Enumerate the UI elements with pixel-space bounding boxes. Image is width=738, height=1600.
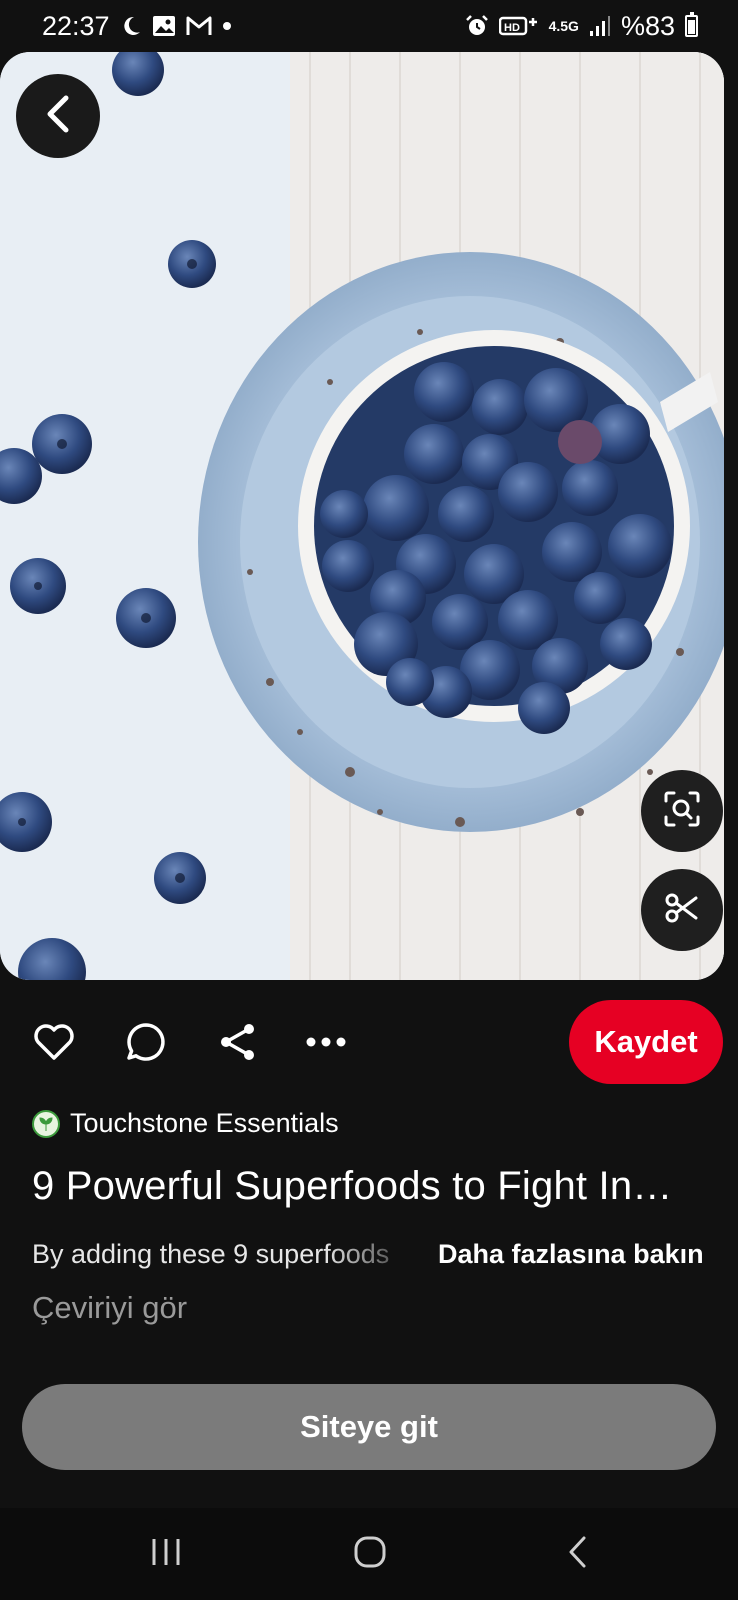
- system-nav-bar: [0, 1508, 738, 1600]
- gallery-icon: [152, 15, 176, 37]
- visit-site-button[interactable]: Siteye git: [22, 1384, 716, 1470]
- svg-text:HD: HD: [504, 22, 520, 34]
- scissors-icon: [664, 890, 700, 931]
- share-button[interactable]: [214, 1020, 262, 1068]
- pin-title: 9 Powerful Superfoods to Fight In…: [32, 1164, 673, 1208]
- hd-plus-icon: HD: [498, 15, 539, 37]
- leaf-icon: [39, 1116, 53, 1131]
- pin-image[interactable]: [0, 52, 724, 980]
- system-back-button[interactable]: [548, 1530, 608, 1578]
- like-button[interactable]: [30, 1020, 78, 1068]
- status-right: HD 4.5G %83: [465, 11, 698, 42]
- cutout-button[interactable]: [641, 869, 723, 951]
- battery-icon: [685, 12, 698, 37]
- dot-icon: [222, 21, 232, 31]
- status-time: 22:37: [42, 10, 110, 41]
- see-more-link[interactable]: Daha fazlasına bakın: [438, 1239, 704, 1270]
- author-name: Touchstone Essentials: [70, 1108, 339, 1138]
- see-translation-link[interactable]: Çeviriyi gör: [32, 1290, 187, 1326]
- home-icon: [353, 1535, 387, 1574]
- author-row[interactable]: Touchstone Essentials: [32, 1108, 339, 1139]
- chevron-left-icon: [42, 94, 74, 139]
- description-row: By adding these 9 superfoods Daha fazlas…: [32, 1236, 722, 1272]
- recent-apps-icon: [149, 1537, 183, 1572]
- visual-search-button[interactable]: [641, 770, 723, 852]
- home-button[interactable]: [340, 1530, 400, 1578]
- network-type: 4.5G: [548, 17, 579, 34]
- comment-icon: [125, 1021, 167, 1068]
- heart-icon: [33, 1023, 75, 1066]
- pin-description: By adding these 9 superfoods: [32, 1238, 390, 1269]
- back-icon: [566, 1535, 590, 1574]
- more-options-button[interactable]: [302, 1020, 350, 1068]
- network-label: 4.5G: [548, 17, 579, 34]
- share-icon: [217, 1021, 259, 1068]
- gmail-icon: [186, 15, 212, 37]
- signal-icon: [589, 15, 611, 37]
- save-button[interactable]: Kaydet: [569, 1000, 723, 1084]
- status-left: 22:37: [42, 11, 232, 42]
- visual-search-icon: [662, 789, 702, 834]
- moon-icon: [120, 15, 142, 37]
- blueberries-photo: [0, 52, 724, 980]
- back-button[interactable]: [16, 74, 100, 158]
- status-bar: 22:37 HD 4.5G %83: [0, 0, 738, 52]
- author-avatar: [32, 1109, 60, 1138]
- battery-percent: %83: [620, 10, 675, 41]
- recent-apps-button[interactable]: [136, 1530, 196, 1578]
- more-icon: [305, 1035, 347, 1053]
- comment-button[interactable]: [122, 1020, 170, 1068]
- alarm-icon: [465, 14, 489, 38]
